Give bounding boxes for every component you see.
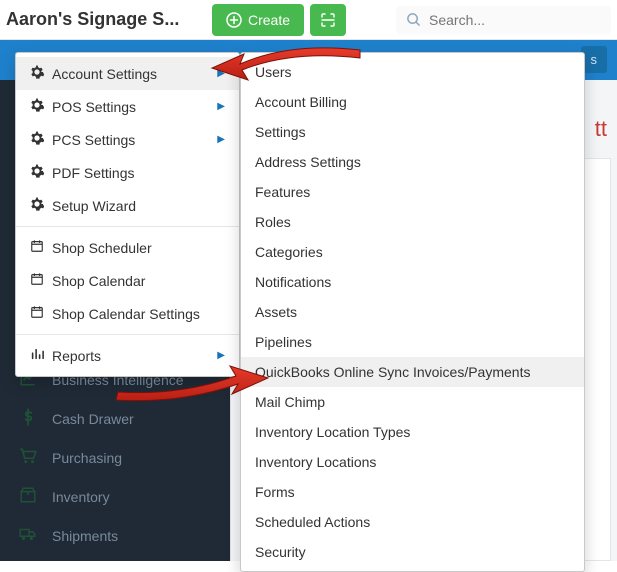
chevron-right-icon: ▶ xyxy=(217,68,225,79)
create-button[interactable]: Create xyxy=(212,4,304,36)
submenu-item-label: Assets xyxy=(255,304,297,320)
truck-icon xyxy=(18,525,38,546)
sidebar-item-cash-drawer[interactable]: Cash Drawer xyxy=(0,399,230,438)
calendar-icon xyxy=(30,305,44,322)
plus-circle-icon xyxy=(226,12,242,28)
submenu-item-label: Notifications xyxy=(255,274,331,290)
submenu-item-label: Features xyxy=(255,184,310,200)
menu-item-label: Account Settings xyxy=(52,66,157,82)
gear-icon xyxy=(30,65,44,82)
menu-item-label: PCS Settings xyxy=(52,132,135,148)
submenu-item-label: Users xyxy=(255,64,292,80)
sidebar-item-label: Purchasing xyxy=(52,450,122,466)
submenu-item-label: Categories xyxy=(255,244,323,260)
submenu-item-label: Account Billing xyxy=(255,94,347,110)
menu-item-shop-calendar-settings[interactable]: Shop Calendar Settings xyxy=(16,297,239,330)
sidebar-item-label: Cash Drawer xyxy=(52,411,134,427)
submenu-item-label: Inventory Locations xyxy=(255,454,376,470)
submenu-item-assets[interactable]: Assets xyxy=(241,297,584,327)
submenu-item-label: Security xyxy=(255,544,306,560)
topbar: Aaron's Signage S... Create xyxy=(0,0,617,40)
page-title: tt xyxy=(595,116,607,142)
submenu-item-label: Mail Chimp xyxy=(255,394,325,410)
gear-icon xyxy=(30,131,44,148)
submenu-item-label: Roles xyxy=(255,214,291,230)
submenu-item-roles[interactable]: Roles xyxy=(241,207,584,237)
submenu-item-address-settings[interactable]: Address Settings xyxy=(241,147,584,177)
submenu-item-mail-chimp[interactable]: Mail Chimp xyxy=(241,387,584,417)
settings-dropdown: Account Settings▶POS Settings▶PCS Settin… xyxy=(15,52,240,377)
brand-title: Aaron's Signage S... xyxy=(6,9,206,30)
menu-item-pos-settings[interactable]: POS Settings ▶ xyxy=(16,90,239,123)
scan-button[interactable] xyxy=(310,4,346,36)
menu-separator xyxy=(16,334,239,335)
menu-item-pdf-settings[interactable]: PDF Settings xyxy=(16,156,239,189)
submenu-item-settings[interactable]: Settings xyxy=(241,117,584,147)
submenu-item-account-billing[interactable]: Account Billing xyxy=(241,87,584,117)
menu-item-label: Setup Wizard xyxy=(52,198,136,214)
submenu-item-label: Address Settings xyxy=(255,154,361,170)
submenu-item-inventory-locations[interactable]: Inventory Locations xyxy=(241,447,584,477)
search-box[interactable] xyxy=(396,6,611,34)
submenu-item-forms[interactable]: Forms xyxy=(241,477,584,507)
submenu-item-inventory-location-types[interactable]: Inventory Location Types xyxy=(241,417,584,447)
sidebar-item-label: Shipments xyxy=(52,528,118,544)
submenu-item-label: Settings xyxy=(255,124,306,140)
menu-item-setup-wizard[interactable]: Setup Wizard xyxy=(16,189,239,222)
search-input[interactable] xyxy=(429,12,601,28)
account-settings-submenu: Users Account Billing Settings Address Sett… xyxy=(240,52,585,572)
menu-item-reports[interactable]: Reports ▶ xyxy=(16,339,239,372)
menu-item-label: Reports xyxy=(52,348,101,364)
chevron-right-icon: ▶ xyxy=(217,101,225,112)
bars-icon xyxy=(30,347,44,364)
create-label: Create xyxy=(248,12,290,28)
submenu-item-label: QuickBooks Online Sync Invoices/Payments xyxy=(255,364,530,380)
scan-icon xyxy=(320,12,336,28)
gear-icon xyxy=(30,197,44,214)
menu-item-label: Shop Calendar xyxy=(52,273,145,289)
menu-item-shop-scheduler[interactable]: Shop Scheduler xyxy=(16,231,239,264)
submenu-item-pipelines[interactable]: Pipelines xyxy=(241,327,584,357)
box-icon xyxy=(18,486,38,507)
submenu-item-notifications[interactable]: Notifications xyxy=(241,267,584,297)
submenu-item-label: Pipelines xyxy=(255,334,312,350)
search-icon xyxy=(406,12,421,27)
gear-icon xyxy=(30,164,44,181)
submenu-item-label: Inventory Location Types xyxy=(255,424,410,440)
sidebar-item-shipments[interactable]: Shipments xyxy=(0,516,230,555)
submenu-item-label: Scheduled Actions xyxy=(255,514,370,530)
calendar-icon xyxy=(30,272,44,289)
calendar-icon xyxy=(30,239,44,256)
gear-icon xyxy=(30,98,44,115)
submenu-item-features[interactable]: Features xyxy=(241,177,584,207)
dollar-icon xyxy=(18,408,38,429)
menu-item-label: PDF Settings xyxy=(52,165,134,181)
sidebar-item-inventory[interactable]: Inventory xyxy=(0,477,230,516)
menu-separator xyxy=(16,226,239,227)
submenu-item-scheduled-actions[interactable]: Scheduled Actions xyxy=(241,507,584,537)
sidebar-item-label: Inventory xyxy=(52,489,110,505)
chevron-right-icon: ▶ xyxy=(217,134,225,145)
cart-icon xyxy=(18,447,38,468)
submenu-item-categories[interactable]: Categories xyxy=(241,237,584,267)
sidebar-item-purchasing[interactable]: Purchasing xyxy=(0,438,230,477)
menu-item-label: Shop Scheduler xyxy=(52,240,152,256)
submenu-item-label: Forms xyxy=(255,484,295,500)
menu-item-pcs-settings[interactable]: PCS Settings ▶ xyxy=(16,123,239,156)
menu-item-account-settings[interactable]: Account Settings ▶ xyxy=(16,57,239,90)
menu-item-label: Shop Calendar Settings xyxy=(52,306,200,322)
submenu-item-security[interactable]: Security xyxy=(241,537,584,567)
submenu-item-quickbooks-online-sync-invoices-payments[interactable]: QuickBooks Online Sync Invoices/Payments xyxy=(241,357,584,387)
menu-item-label: POS Settings xyxy=(52,99,136,115)
chevron-right-icon: ▶ xyxy=(217,350,225,361)
menu-item-shop-calendar[interactable]: Shop Calendar xyxy=(16,264,239,297)
submenu-item-users[interactable]: Users xyxy=(241,57,584,87)
